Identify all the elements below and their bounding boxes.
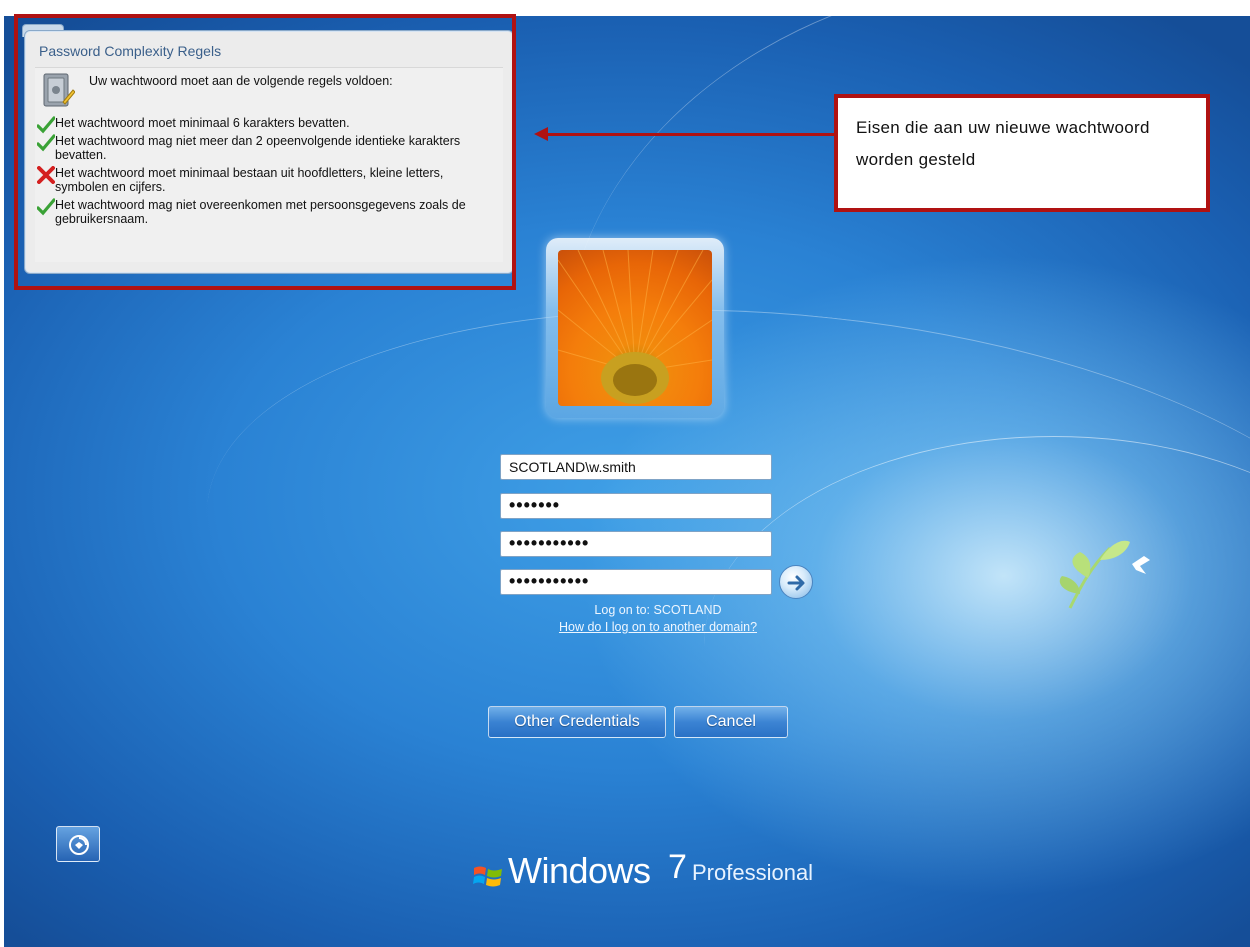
confirm-password-field[interactable]: ••••••••••• <box>500 569 772 595</box>
brand-version-number: 7 <box>668 848 687 886</box>
callout-arrow-line <box>546 133 834 136</box>
user-picture <box>558 250 712 406</box>
old-password-field[interactable]: ••••••• <box>500 493 772 519</box>
submit-button[interactable] <box>779 565 813 599</box>
user-tile <box>546 238 724 418</box>
new-password-field[interactable]: ••••••••••• <box>500 531 772 557</box>
other-domain-link[interactable]: How do I log on to another domain? <box>500 620 816 634</box>
username-field[interactable]: SCOTLAND\w.smith <box>500 454 772 480</box>
popup-highlight-frame <box>14 14 516 290</box>
logon-to-label: Log on to: SCOTLAND <box>594 603 722 617</box>
ease-of-access-icon <box>69 835 89 855</box>
other-credentials-button[interactable]: Other Credentials <box>488 706 666 738</box>
callout-box: Eisen die aan uw nieuwe wachtwoord worde… <box>834 94 1210 212</box>
callout-arrow-head <box>534 127 548 141</box>
flower-image <box>558 250 712 404</box>
arrow-right-icon <box>787 575 805 591</box>
cancel-button[interactable]: Cancel <box>674 706 788 738</box>
callout-text: Eisen die aan uw nieuwe wachtwoord worde… <box>856 118 1150 169</box>
bird-branch-icon <box>1059 540 1150 609</box>
windows-flag-icon <box>473 866 502 887</box>
brand-windows-text: Windows <box>508 850 651 891</box>
ease-of-access-button[interactable] <box>56 826 100 862</box>
brand-edition-text: Professional <box>692 860 814 885</box>
